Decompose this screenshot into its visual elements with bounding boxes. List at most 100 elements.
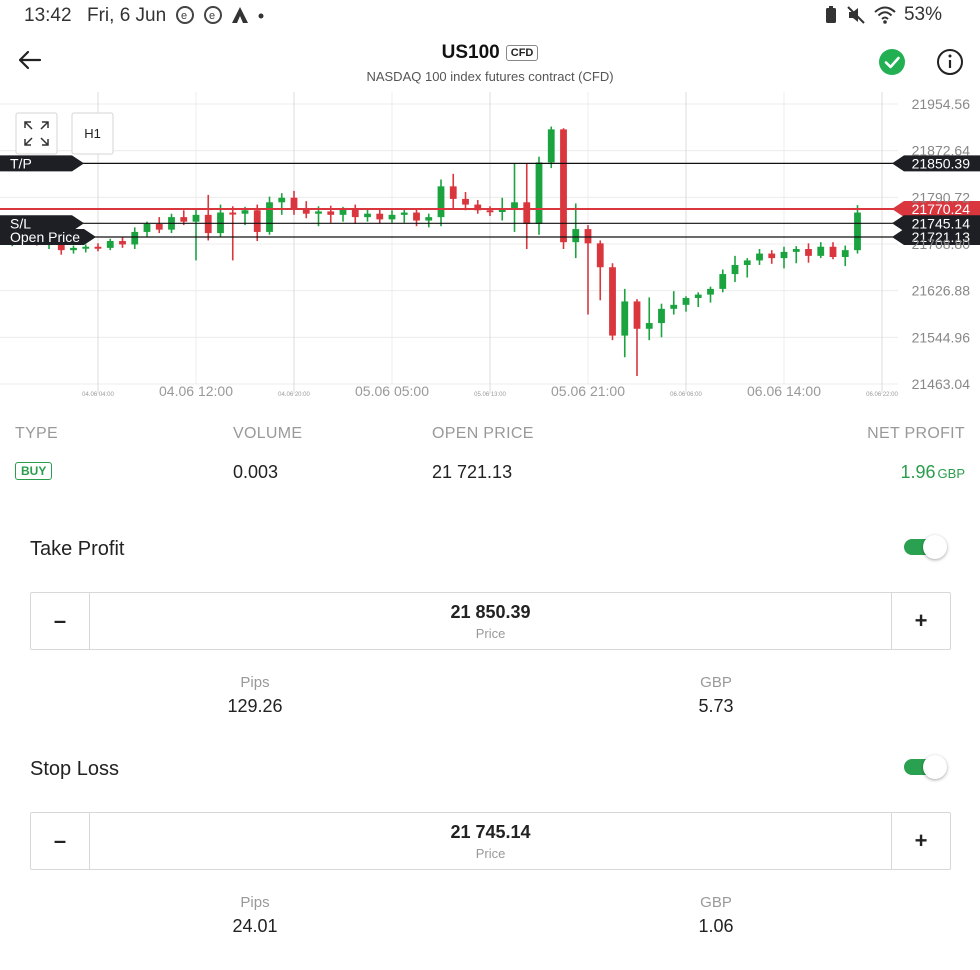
candle-body — [437, 186, 445, 218]
stop-loss-title: Stop Loss — [30, 758, 119, 780]
candle-body — [400, 212, 408, 215]
position-summary: TYPE VOLUME OPEN PRICE NET PROFIT BUY 0.… — [0, 420, 980, 490]
candle-body — [155, 223, 163, 230]
candle-body — [204, 214, 212, 234]
candle-body — [584, 229, 592, 244]
candle-body — [621, 301, 629, 336]
candle-body — [253, 210, 261, 232]
x-tick-small-label: 05.06 13:00 — [474, 392, 506, 398]
mute-icon — [847, 6, 865, 24]
line-name-label: T/P — [10, 155, 32, 171]
candle-body — [180, 217, 188, 222]
y-axis-labels: 21954.56 21872.64 21790.72 21708.80 21626.88… — [912, 96, 971, 392]
stop-loss-pips: Pips 24.01 — [105, 894, 405, 937]
net-profit-value: 1.96 GBP — [900, 462, 965, 483]
candle-body — [682, 298, 690, 305]
battery-saver-icon — [825, 6, 836, 23]
net-profit-label: NET PROFIT — [867, 425, 965, 442]
triangle-app-icon — [232, 7, 248, 23]
candle-body — [511, 202, 518, 208]
candle-body — [829, 246, 837, 257]
candle-body — [315, 211, 322, 214]
status-date: Fri, 6 Jun — [87, 5, 167, 26]
stop-loss-stepper: – 21 745.14 Price + — [30, 812, 951, 870]
info-button[interactable] — [936, 48, 964, 76]
candle-body — [792, 249, 800, 252]
candle-body — [596, 243, 604, 268]
x-tick-small-label: 06.06 22:00 — [866, 392, 898, 398]
candle-body — [719, 274, 727, 289]
pips-label: Pips — [240, 674, 270, 691]
candle-body — [572, 229, 580, 243]
take-profit-gbp: GBP 5.73 — [566, 674, 866, 717]
take-profit-toggle[interactable] — [904, 535, 947, 559]
volume-label: VOLUME — [233, 425, 303, 442]
candle-body — [119, 241, 126, 245]
volume-value: 0.003 — [233, 462, 279, 482]
stop-loss-gbp: GBP 1.06 — [566, 894, 866, 937]
candle-body — [707, 288, 714, 295]
gbp-value: 1.06 — [698, 916, 734, 936]
candle-body — [364, 213, 371, 218]
fullscreen-button[interactable] — [15, 112, 58, 155]
candle-body — [143, 223, 151, 232]
timeframe-button[interactable]: H1 — [71, 112, 114, 155]
svg-text:e: e — [181, 10, 187, 22]
candle-body — [523, 202, 531, 224]
info-icon — [937, 49, 963, 75]
confirm-button[interactable] — [878, 48, 906, 76]
candle-body — [327, 211, 335, 215]
x-tick-small-label: 06.06 06:00 — [670, 392, 702, 398]
candle-body — [266, 202, 273, 232]
app-notification-icon: e — [176, 6, 194, 24]
y-tick-label: 21872.64 — [912, 143, 971, 159]
battery-percent: 53% — [903, 4, 942, 25]
y-tick-label: 21626.88 — [912, 283, 971, 299]
x-tick-small-label: 04.06 20:00 — [278, 392, 310, 398]
chart-canvas[interactable]: 21850.39T/P21770.2421745.14S/L21721.13Op… — [0, 92, 980, 408]
candle-body — [462, 198, 469, 205]
take-profit-decrease-button[interactable]: – — [31, 593, 90, 649]
candle-body — [425, 217, 433, 221]
candle-body — [609, 267, 616, 336]
take-profit-price-input[interactable]: 21 850.39 Price — [90, 593, 891, 649]
title-block: US100 CFD NASDAQ 100 index futures contr… — [0, 42, 980, 84]
candle-body — [658, 308, 665, 324]
candle-body — [351, 209, 359, 218]
candle-body — [768, 253, 776, 259]
candle-body — [805, 249, 812, 256]
cfd-badge: CFD — [505, 45, 539, 61]
price-chart[interactable]: 21850.39 T/P 21770.24 21745.14 S/L 21721.13 Op… — [0, 92, 980, 408]
candle-body — [694, 294, 702, 299]
gbp-label: GBP — [700, 894, 732, 911]
candle-body — [106, 241, 114, 248]
candle-body — [241, 210, 249, 214]
candle-body — [547, 129, 555, 163]
take-profit-stepper: – 21 850.39 Price + — [30, 592, 951, 650]
take-profit-increase-button[interactable]: + — [891, 593, 950, 649]
svg-text:e: e — [209, 10, 215, 22]
stop-loss-price-value: 21 745.14 — [450, 822, 531, 842]
y-tick-label: 21708.80 — [912, 236, 971, 252]
x-tick-label: 05.06 21:00 — [551, 383, 625, 399]
y-tick-label: 21544.96 — [912, 329, 971, 345]
y-tick-label: 21790.72 — [912, 189, 971, 205]
open-price-value: 21 721.13 — [432, 462, 513, 482]
candle-body — [486, 210, 494, 213]
stop-loss-increase-button[interactable]: + — [891, 813, 950, 869]
stop-loss-decrease-button[interactable]: – — [31, 813, 90, 869]
y-tick-label: 21954.56 — [912, 96, 971, 112]
net-profit-amount: 1.96 — [900, 462, 936, 482]
stop-loss-price-input[interactable]: 21 745.14 Price — [90, 813, 891, 869]
wifi-icon — [874, 6, 896, 24]
stop-loss-toggle[interactable] — [904, 755, 947, 779]
x-tick-label: 04.06 12:00 — [159, 383, 233, 399]
candle-body — [278, 197, 286, 203]
candle-body — [560, 129, 567, 243]
candle-body — [841, 250, 849, 257]
take-profit-price-label: Price — [475, 626, 506, 641]
x-tick-label: 05.06 05:00 — [355, 383, 429, 399]
candle-body — [670, 304, 678, 309]
line-name-label: Open Price — [10, 229, 80, 245]
app-notification-icon: e — [204, 6, 222, 24]
